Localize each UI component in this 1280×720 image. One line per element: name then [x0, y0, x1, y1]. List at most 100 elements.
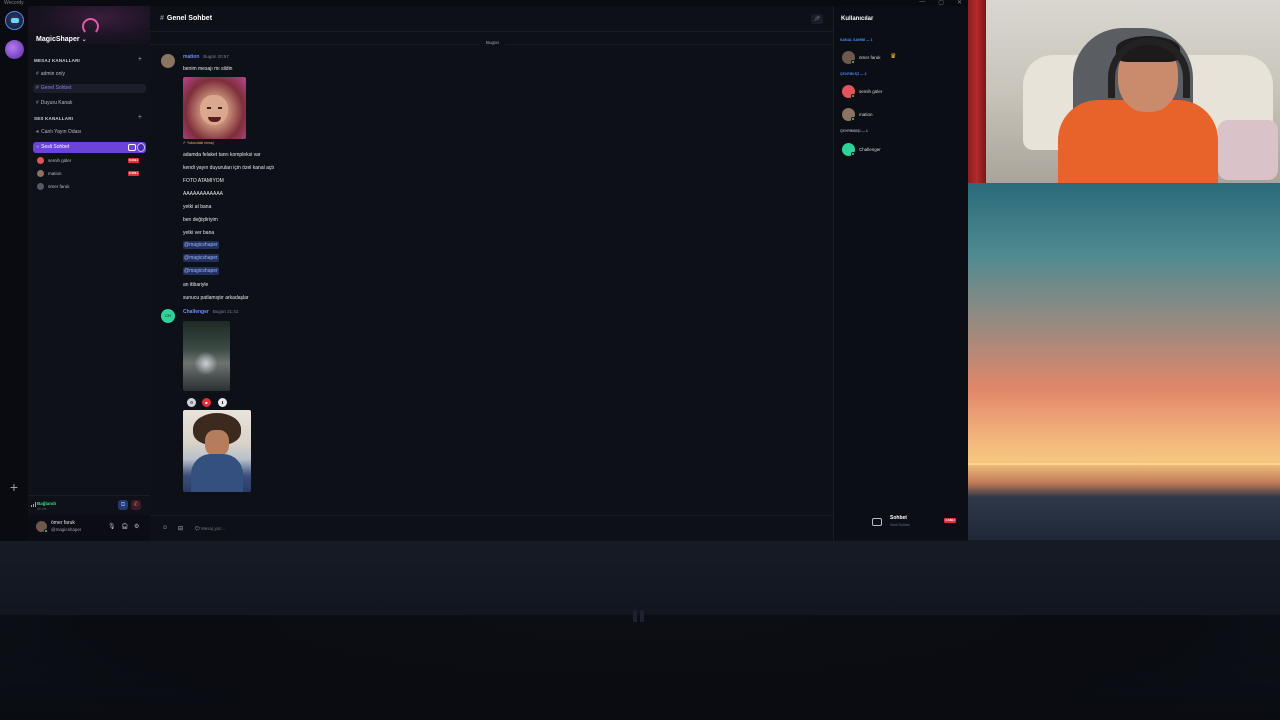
message-author[interactable]: Challenger: [183, 309, 209, 315]
avatar: [37, 183, 44, 190]
chat-bubble-icon: [872, 518, 882, 526]
member-list-title: Kullanıcılar: [841, 16, 874, 22]
message-avatar[interactable]: CH: [161, 309, 175, 323]
message-composer: ☺ ⊟ 💬︎ Mesaj yaz...: [150, 515, 833, 541]
voice-user-mation[interactable]: mation CANLI: [37, 169, 139, 178]
voice-category-label[interactable]: SES KANALLARI: [34, 116, 73, 121]
message-text: yetki at bana: [183, 204, 212, 210]
member-name: ömer faruk: [859, 55, 881, 60]
disconnect-button[interactable]: ✆: [131, 500, 141, 510]
crown-icon: ♛: [890, 53, 897, 60]
channel-label: Duyuru Kanalı: [40, 100, 73, 106]
message-image[interactable]: [183, 410, 251, 492]
gear-icon[interactable]: ⚙: [134, 523, 139, 530]
home-server-icon[interactable]: [5, 11, 24, 30]
message-text: kendi yayın duyuruları için özel kanal a…: [183, 165, 275, 171]
webcam-overlay: [968, 0, 1280, 183]
emoji-icon[interactable]: ☺: [162, 525, 168, 531]
reply-tag[interactable]: ↱ Yukarıdaki mesaj: [183, 141, 214, 145]
connection-status-bar: Bağlandı 40 ms ⧉ ✆: [28, 495, 150, 515]
server-rail: +: [0, 6, 28, 541]
channel-genel-sohbet[interactable]: # Genel Sohbet: [33, 84, 146, 93]
online-status-dot: [44, 529, 48, 533]
magicshaper-server-icon[interactable]: [5, 40, 24, 59]
wallpaper-hill: [0, 615, 1280, 720]
video-settings-icon[interactable]: ⚙: [187, 398, 196, 407]
member-section-online: ÇEVRİM İÇİ — 3: [840, 72, 867, 76]
hash-icon: #: [36, 71, 39, 77]
message-text: ben değiştiriyim: [183, 217, 218, 223]
speaker-icon: 🔊︎: [36, 144, 40, 150]
message-text: sunucu patlamıştır arkadaşlar: [183, 295, 249, 301]
user-mention[interactable]: @magicshaper: [183, 241, 219, 249]
pillow: [1218, 120, 1278, 180]
message-video[interactable]: [183, 321, 230, 391]
add-voice-channel-button[interactable]: +: [138, 114, 142, 121]
message-author[interactable]: mation: [183, 54, 199, 60]
voice-user-semih[interactable]: semih güler CANLI: [37, 156, 139, 165]
video-stop-icon[interactable]: ■: [202, 398, 211, 407]
signal-icon: [31, 502, 36, 507]
user-tag: @magicshaper: [51, 527, 82, 532]
curtain: [968, 0, 986, 183]
message-text: AAAAAAAAAAAA: [183, 191, 224, 197]
voice-channel-sesli-sohbet[interactable]: 🔊︎ Sesli Sohbet: [33, 142, 146, 153]
online-status-dot: [851, 94, 855, 98]
online-status-dot: [851, 60, 855, 64]
voice-box-subtitle: Sesli Sohbet: [890, 523, 910, 527]
user-panel: ömer faruk @magicshaper 🎙︎ 🎧︎ ⚙: [28, 515, 150, 541]
voice-box-title: Sohbet: [890, 515, 907, 521]
message-text: FOTO ATAMIYOM: [183, 178, 224, 184]
add-text-channel-button[interactable]: +: [138, 56, 142, 63]
hash-icon: #: [160, 15, 164, 22]
pin-icon[interactable]: 📌︎: [811, 14, 823, 24]
streamer-shirt: [1058, 100, 1218, 183]
add-server-button[interactable]: +: [6, 479, 22, 495]
download-icon[interactable]: ⬇: [218, 398, 227, 407]
connection-status: Bağlandı: [37, 501, 57, 506]
chat-bubble-icon: 💬︎: [194, 526, 201, 532]
hash-icon: #: [36, 100, 39, 106]
text-category-label[interactable]: MESAJ KANALLARI: [34, 58, 80, 63]
online-status-dot: [851, 152, 855, 156]
voice-user-omer[interactable]: ömer faruk: [37, 182, 137, 191]
attach-icon[interactable]: ⊟: [178, 525, 183, 532]
voice-settings-icon[interactable]: [137, 143, 145, 152]
message-text: an itibariyle: [183, 282, 209, 288]
screen-share-button[interactable]: ⧉: [118, 500, 128, 510]
voice-user-name: ömer faruk: [48, 184, 70, 189]
headphones-icon[interactable]: 🎧︎: [121, 523, 129, 530]
user-mention[interactable]: @magicshaper: [183, 267, 219, 275]
channel-label: admin only: [40, 71, 65, 77]
chat-header: # Genel Sohbet 📌︎: [150, 6, 833, 32]
channel-label: Genel Sohbet: [40, 85, 72, 91]
channel-duyuru-kanali[interactable]: # Duyuru Kanalı: [33, 99, 146, 108]
microphone-icon[interactable]: 🎙︎: [108, 523, 116, 530]
app-window: Wecordy — ▢ ✕ + MagicShaper ⌄ MESAJ KANAL…: [0, 0, 968, 541]
chat-panel: # Genel Sohbet 📌︎ Bugün mation Bugün 20:57…: [150, 6, 833, 541]
server-name-dropdown[interactable]: MagicShaper ⌄: [36, 36, 87, 43]
wallpaper-figures: [633, 610, 647, 624]
channel-admin-only[interactable]: # admin only: [33, 70, 146, 79]
hash-icon: #: [36, 85, 39, 91]
avatar: [37, 170, 44, 177]
message-header: Challenger Bugün 21:41: [183, 309, 238, 315]
screen-share-icon[interactable]: [128, 144, 136, 151]
user-name: ömer faruk: [51, 520, 75, 526]
message-header: mation Bugün 20:57: [183, 54, 229, 60]
message-image[interactable]: [183, 77, 246, 139]
voice-channel-canli-yayin[interactable]: 🔊︎ Canlı Yayın Odası: [33, 128, 146, 137]
member-name: semih güler: [859, 89, 883, 94]
live-badge: CANLI: [944, 518, 956, 523]
live-badge: CANLI: [128, 171, 139, 176]
message-time: Bugün 21:41: [212, 309, 239, 314]
member-section-owner: KANAL SAHİBİ — 1: [840, 38, 873, 42]
user-mention[interactable]: @magicshaper: [183, 254, 219, 262]
channel-title-text: Genel Sohbet: [166, 15, 213, 22]
message-avatar[interactable]: [161, 54, 175, 68]
member-list: Kullanıcılar KANAL SAHİBİ — 1 ömer faruk…: [833, 6, 968, 541]
voice-connection-box[interactable]: Sohbet Sesli Sohbet CANLI: [864, 512, 964, 536]
message-input[interactable]: Mesaj yaz...: [201, 526, 225, 531]
member-name: Challenger: [859, 147, 881, 152]
ping-value: 40 ms: [37, 507, 47, 511]
